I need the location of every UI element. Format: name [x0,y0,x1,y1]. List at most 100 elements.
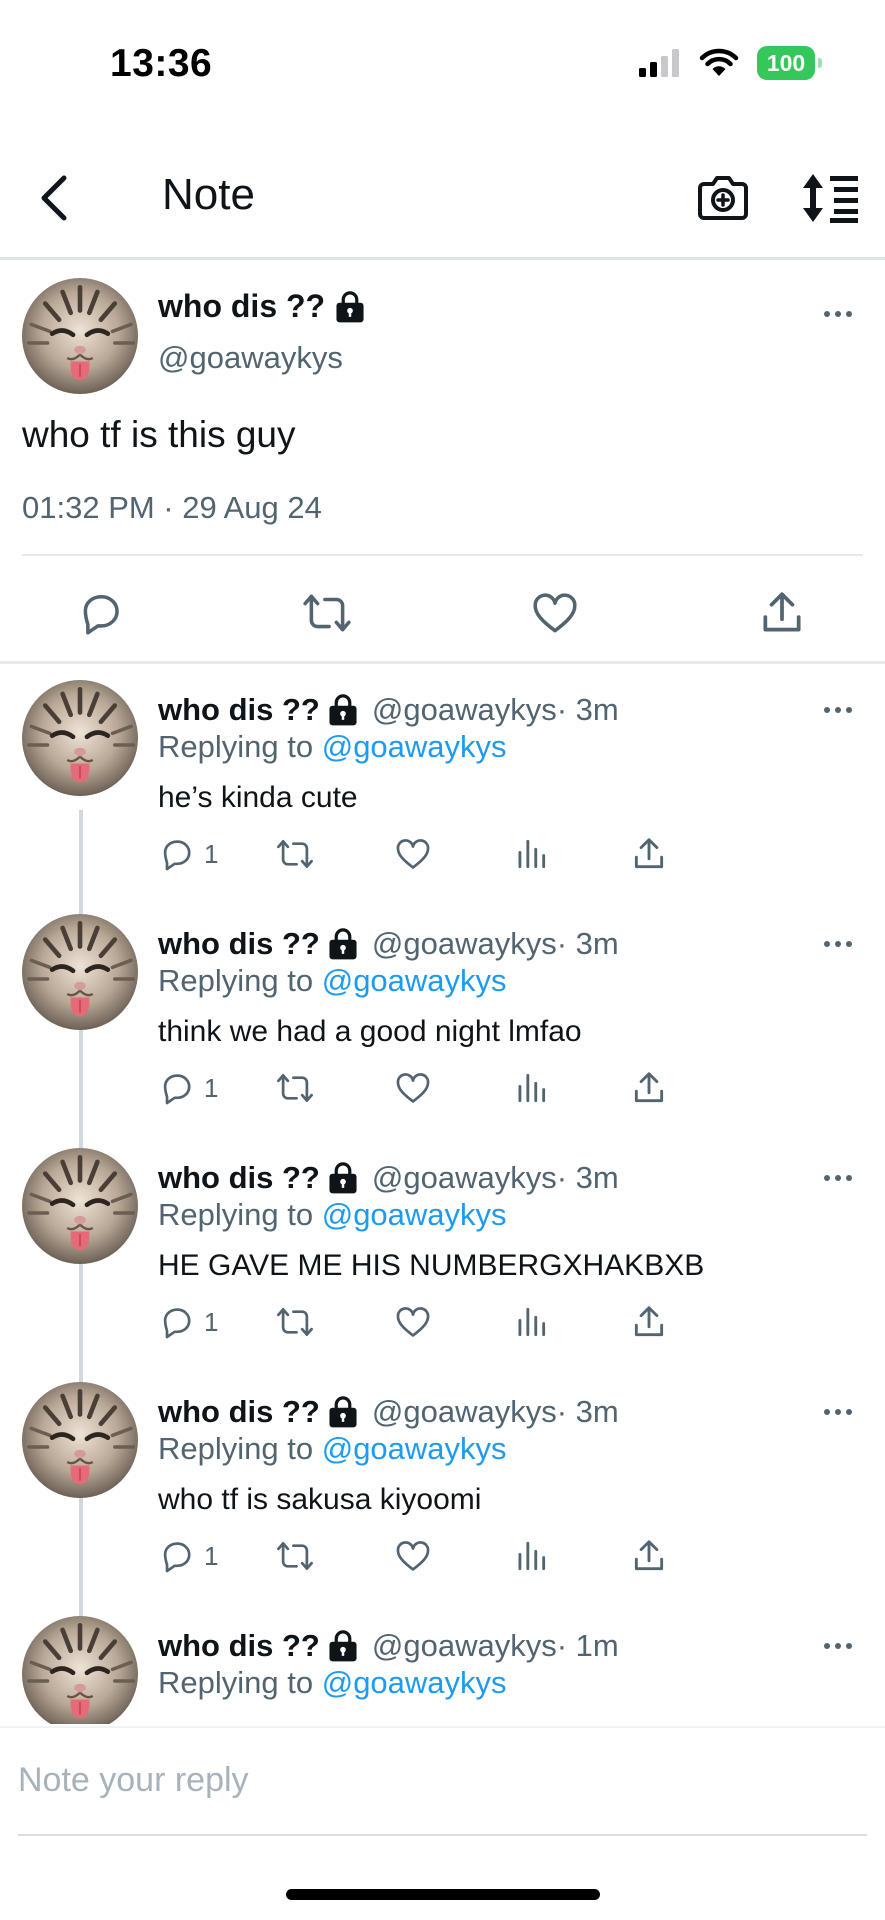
reply-time: · 3m [556,692,619,727]
heart-icon [394,1303,432,1341]
lock-icon [328,1396,358,1428]
reply-time: · 3m [556,1394,619,1429]
author-name[interactable]: who dis ?? [158,1160,358,1196]
reply-header: who dis ?? @goawaykys · 3m [158,1394,619,1430]
author-handle[interactable]: @goawaykys [372,1394,557,1430]
like-button[interactable] [394,1534,432,1578]
avatar[interactable] [22,1616,138,1724]
replying-to-label: Replying to [158,963,322,998]
share-button[interactable] [630,1534,668,1578]
retweet-button[interactable] [276,1300,314,1344]
author-name[interactable]: who dis ?? [158,926,358,962]
retweet-icon [276,1069,314,1107]
author-name[interactable]: who dis ?? [158,1628,358,1664]
reply-actions: 1 [158,1300,798,1344]
share-button[interactable] [757,588,807,638]
retweet-button[interactable] [302,588,352,638]
reply-header: who dis ?? @goawaykys · 3m [158,1160,619,1196]
more-icon[interactable] [818,934,858,954]
reply-actions: 1 [158,832,798,876]
replying-to-link[interactable]: @goawaykys [322,1665,507,1700]
reply-item[interactable]: who dis ?? @goawaykys · 3m Replying to @… [0,898,885,1132]
retweet-icon [302,588,352,638]
like-button[interactable] [394,832,432,876]
share-button[interactable] [630,1300,668,1344]
reply-count: 1 [204,1072,219,1103]
more-icon[interactable] [818,700,858,720]
reply-time: · 1m [556,1628,619,1663]
reply-header: who dis ?? @goawaykys · 1m [158,1628,619,1664]
heart-icon [530,588,580,638]
author-name[interactable]: who dis ?? [158,1394,358,1430]
replying-to-link[interactable]: @goawaykys [322,963,507,998]
avatar[interactable] [22,1148,138,1264]
share-icon [630,835,668,873]
author-handle[interactable]: @goawaykys [372,926,557,962]
reply-text: he’s kinda cute [158,781,358,814]
avatar[interactable] [22,914,138,1030]
replying-to-link[interactable]: @goawaykys [322,1197,507,1232]
replying-to-link[interactable]: @goawaykys [322,729,507,764]
comment-button[interactable]: 1 [158,832,218,876]
more-icon[interactable] [818,1636,858,1656]
share-button[interactable] [630,1066,668,1110]
more-icon[interactable] [818,304,858,324]
note-actions [0,574,885,654]
note-timestamp: 01:32 PM · 29 Aug 24 [22,490,322,525]
comment-button[interactable]: 1 [158,1534,218,1578]
author-handle[interactable]: @goawaykys [372,1160,557,1196]
replying-to: Replying to @goawaykys [158,963,507,999]
comment-button[interactable] [76,588,126,638]
replying-to-label: Replying to [158,1197,322,1232]
author-name[interactable]: who dis ?? [158,288,365,325]
avatar[interactable] [22,680,138,796]
reply-count: 1 [204,838,219,869]
retweet-button[interactable] [276,1534,314,1578]
stats-button[interactable] [512,832,550,876]
reply-input[interactable] [18,1750,858,1810]
stats-button[interactable] [512,1066,550,1110]
author-handle[interactable]: @goawaykys [372,692,557,728]
reply-item[interactable]: who dis ?? @goawaykys · 1m Replying to @… [0,1600,885,1724]
more-icon[interactable] [818,1402,858,1422]
stats-button[interactable] [512,1534,550,1578]
author-handle[interactable]: @goawaykys [158,340,343,376]
like-button[interactable] [394,1300,432,1344]
author-name-text: who dis ?? [158,1628,320,1663]
retweet-button[interactable] [276,832,314,876]
reply-item[interactable]: who dis ?? @goawaykys · 3m Replying to @… [0,664,885,898]
replying-to: Replying to @goawaykys [158,729,507,765]
reply-item[interactable]: who dis ?? @goawaykys · 3m Replying to @… [0,1132,885,1366]
author-name-text: who dis ?? [158,692,320,727]
reply-item[interactable]: who dis ?? @goawaykys · 3m Replying to @… [0,1366,885,1600]
share-icon [630,1303,668,1341]
lock-icon [328,694,358,726]
stats-icon [512,1303,550,1341]
like-button[interactable] [394,1066,432,1110]
heart-icon [394,1069,432,1107]
like-button[interactable] [530,588,580,638]
reply-actions: 1 [158,1066,798,1110]
share-button[interactable] [630,832,668,876]
reply-text: HE GAVE ME HIS NUMBERGXHAKBXB [158,1249,705,1282]
share-icon [630,1537,668,1575]
retweet-button[interactable] [276,1066,314,1110]
replying-to-label: Replying to [158,1431,322,1466]
avatar[interactable] [22,1382,138,1498]
comment-button[interactable]: 1 [158,1066,218,1110]
home-indicator[interactable] [286,1889,600,1900]
replying-to-label: Replying to [158,1665,322,1700]
reply-text: think we had a good night lmfao [158,1015,582,1048]
more-icon[interactable] [818,1168,858,1188]
replying-to-link[interactable]: @goawaykys [322,1431,507,1466]
share-icon [757,588,807,638]
avatar[interactable] [22,278,138,394]
author-handle[interactable]: @goawaykys [372,1628,557,1664]
author-name-text: who dis ?? [158,1394,320,1429]
replying-to: Replying to @goawaykys [158,1431,507,1467]
stats-icon [512,835,550,873]
author-name[interactable]: who dis ?? [158,692,358,728]
comment-button[interactable]: 1 [158,1300,218,1344]
retweet-icon [276,1537,314,1575]
stats-button[interactable] [512,1300,550,1344]
